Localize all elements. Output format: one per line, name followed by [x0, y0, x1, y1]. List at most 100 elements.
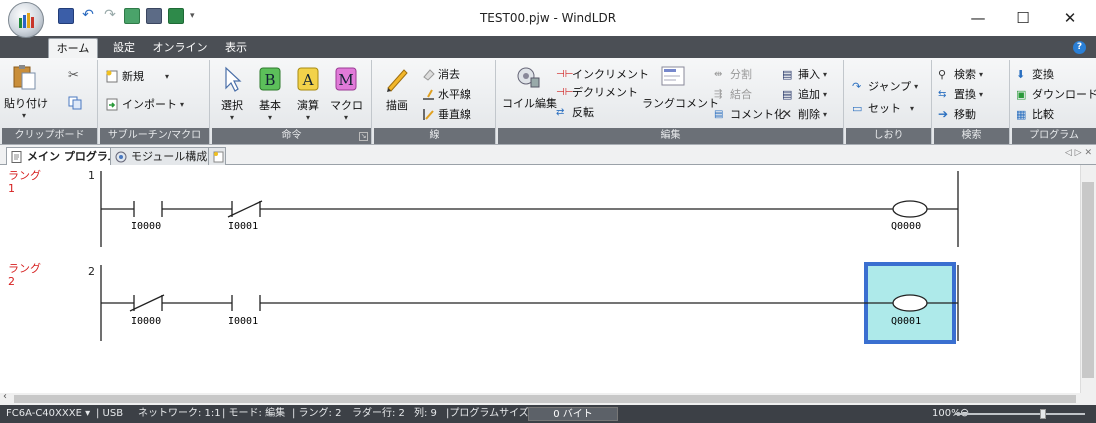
comment-out-icon: ▤ — [714, 108, 724, 120]
tab-online[interactable]: オンライン — [148, 38, 212, 58]
tab-scroll-arrows[interactable]: ◁ ▷ ✕ — [1065, 148, 1092, 158]
vertical-line-button[interactable]: 垂直線 — [422, 106, 471, 122]
close-button[interactable]: ✕ — [1050, 6, 1090, 30]
operand-label: I0000 — [131, 221, 161, 232]
comment-out-button[interactable]: ▤ コメント化 — [714, 106, 785, 122]
download-button[interactable]: ▣ ダウンロード — [1016, 86, 1096, 102]
zoom-slider-track[interactable] — [955, 413, 1085, 415]
tab-home[interactable]: ホーム — [48, 38, 98, 58]
increment-icon: ⊣⊢ — [556, 68, 574, 80]
delete-x-icon: ✕ — [782, 106, 793, 121]
network-status: ネットワーク: 1:1 — [138, 408, 221, 419]
ribbon: 貼り付け ▾ ✂ クリップボード 新規 ▾ インポート ▾ サブルーチン/マクロ… — [0, 58, 1096, 145]
new-subroutine-button[interactable]: 新規 ▾ — [106, 68, 169, 84]
compare-label: 比較 — [1032, 108, 1054, 121]
decrement-button[interactable]: ⊣⊢ デクリメント — [556, 84, 638, 100]
split-button[interactable]: ⇹ 分割 — [714, 66, 752, 82]
tab-view[interactable]: 表示 — [216, 38, 256, 58]
minimize-button[interactable]: — — [958, 6, 998, 30]
jump-label: ジャンプ — [868, 80, 912, 93]
append-button[interactable]: ▤ 追加 ▾ — [782, 86, 827, 102]
operand-label: I0000 — [131, 316, 161, 327]
coil-edit-label: コイル編集 — [502, 97, 557, 110]
move-button[interactable]: ➔ 移動 — [938, 106, 976, 122]
contact-no-I0000[interactable] — [133, 201, 163, 217]
erase-button[interactable]: 消去 — [422, 66, 460, 82]
join-button[interactable]: ⇶ 結合 — [714, 86, 752, 102]
horizontal-line-button[interactable]: 水平線 — [422, 86, 471, 102]
new-tab-icon — [213, 151, 224, 163]
rung-comment-label: ラングコメント — [642, 97, 719, 110]
ladder-diagram-canvas: I0000 I0001 Q0000 I0000 I0001 Q0001 — [100, 171, 959, 344]
new-tab-button[interactable] — [208, 147, 226, 165]
title-bar: ↶ ↷ ▾ TEST00.pjw - WindLDR — ☐ ✕ — [0, 0, 1096, 38]
contact-no-I0001[interactable] — [231, 295, 261, 311]
advanced-a-icon: A — [297, 67, 319, 91]
convert-button[interactable]: ⬇ 変換 — [1016, 66, 1054, 82]
maximize-button[interactable]: ☐ — [1003, 6, 1043, 30]
dialog-launcher-icon[interactable]: ↘ — [359, 132, 368, 141]
insert-label: 挿入 — [798, 68, 820, 81]
macro-instruction-button[interactable]: M マクロ ▾ — [330, 66, 363, 122]
move-arrow-icon: ➔ — [938, 106, 949, 121]
find-button[interactable]: ⚲ 検索 ▾ — [938, 66, 983, 82]
coil-Q0000[interactable] — [892, 200, 928, 218]
compare-button[interactable]: ▦ 比較 — [1016, 106, 1054, 122]
select-button[interactable]: 選択 ▾ — [216, 66, 248, 122]
move-label: 移動 — [954, 108, 976, 121]
insert-button[interactable]: ▤ 挿入 ▾ — [782, 66, 827, 82]
cut-icon[interactable]: ✂ — [68, 68, 79, 83]
tab-main-program[interactable]: メイン プログラム — [6, 147, 124, 165]
find-label: 検索 — [954, 68, 976, 81]
vertical-scroll-thumb[interactable] — [1082, 182, 1094, 378]
group-label-search: 検索 — [934, 128, 1009, 144]
rung-comment-button[interactable]: ラングコメント — [642, 64, 719, 111]
contact-nc-I0001[interactable] — [227, 200, 263, 218]
plc-type-selector[interactable]: FC6A-C40XXXE ▾ — [6, 405, 90, 423]
compare-icon: ▦ — [1016, 107, 1027, 121]
import-dropdown-icon[interactable]: ▾ — [180, 100, 184, 109]
group-label-instruction: 命令 — [212, 128, 371, 144]
horizontal-scroll-thumb[interactable] — [14, 395, 1076, 403]
svg-text:A: A — [302, 71, 314, 89]
replace-button[interactable]: ⇆ 置換 ▾ — [938, 86, 983, 102]
contact-nc-I0000[interactable] — [129, 294, 165, 312]
advanced-instruction-button[interactable]: A 演算 ▾ — [292, 66, 324, 122]
group-program: ⬇ 変換 ▣ ダウンロード ▦ 比較 プログラム — [1012, 60, 1096, 144]
coil-Q0001[interactable] — [892, 294, 928, 312]
paste-dropdown-icon[interactable]: ▾ — [4, 111, 44, 120]
draw-button[interactable]: 描画 — [378, 66, 416, 113]
comment-out-label: コメント化 — [730, 108, 785, 121]
paste-button[interactable]: 貼り付け ▾ — [4, 64, 48, 120]
increment-button[interactable]: ⊣⊢ インクリメント — [556, 66, 649, 82]
vertical-line-icon — [423, 108, 434, 120]
set-bookmark-button[interactable]: ▭ セット ▾ — [852, 100, 914, 116]
program-size-label: |プログラムサイズ: — [446, 408, 533, 419]
jump-button[interactable]: ↷ ジャンプ ▾ — [852, 78, 918, 94]
rung-count: | ラング: 2 — [292, 408, 342, 419]
replace-label: 置換 — [954, 88, 976, 101]
new-document-icon — [106, 70, 118, 82]
import-button[interactable]: インポート ▾ — [106, 96, 184, 112]
program-document-icon — [11, 151, 22, 163]
rung-2: I0000 I0001 Q0001 — [100, 262, 959, 344]
coil-edit-button[interactable]: コイル編集 — [502, 64, 557, 111]
append-icon: ▤ — [782, 87, 793, 101]
new-dropdown-icon[interactable]: ▾ — [165, 72, 169, 81]
group-bookmark: ↷ ジャンプ ▾ ▭ セット ▾ しおり — [846, 60, 932, 144]
application-menu-button[interactable] — [8, 2, 44, 38]
ladder-editor[interactable]: ラング 1 1 ラング 2 2 I0000 I0001 Q0000 I0000 … — [0, 165, 1080, 393]
copy-icon[interactable] — [68, 96, 82, 113]
split-label: 分割 — [730, 68, 752, 81]
select-label: 選択 — [221, 99, 243, 112]
zoom-slider-thumb[interactable] — [1040, 409, 1046, 419]
delete-button[interactable]: ✕ 削除 ▾ — [782, 106, 827, 122]
basic-instruction-button[interactable]: B 基本 ▾ — [254, 66, 286, 122]
tab-module-configuration[interactable]: モジュール構成 — [110, 147, 213, 165]
macro-m-icon: M — [335, 67, 357, 91]
reverse-button[interactable]: ⇄ 反転 — [556, 104, 594, 120]
scroll-left-icon[interactable]: ‹ — [3, 391, 7, 402]
ribbon-tab-strip: ホーム 設定 オンライン 表示 — [0, 36, 1096, 58]
tab-settings[interactable]: 設定 — [104, 38, 144, 58]
help-icon[interactable]: ? — [1073, 41, 1086, 54]
